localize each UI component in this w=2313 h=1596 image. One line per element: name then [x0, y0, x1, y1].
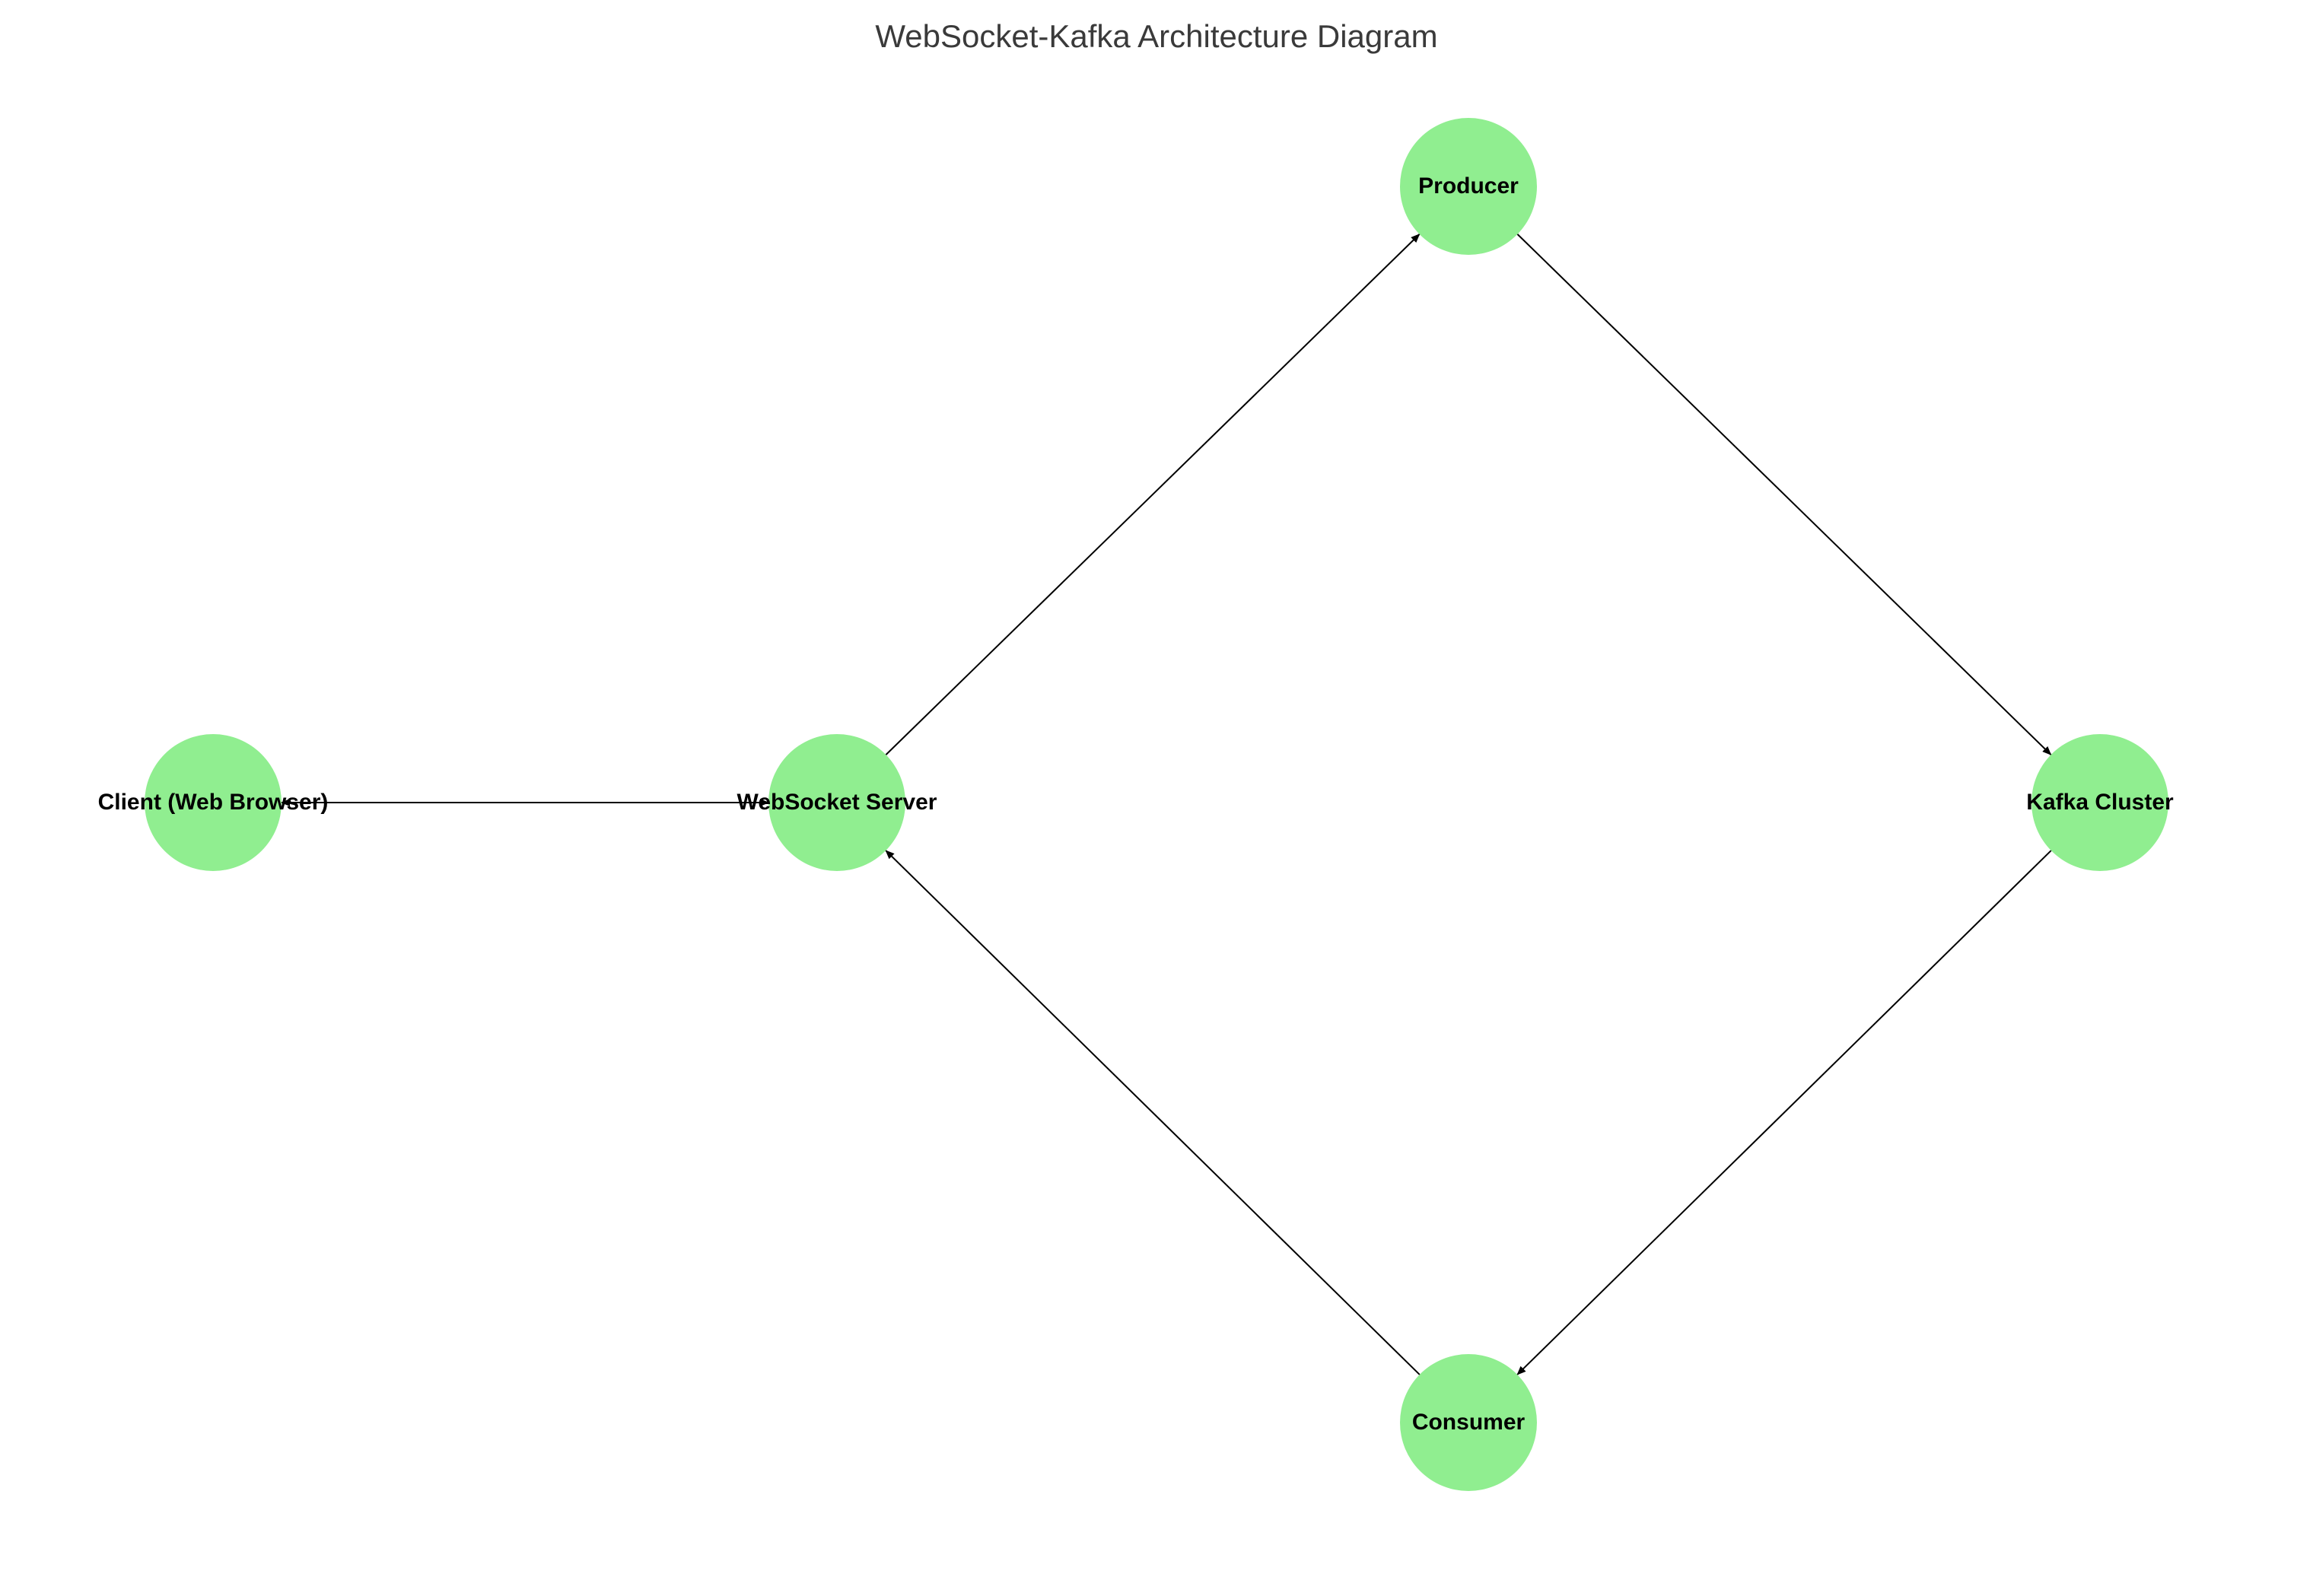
node-consumer-label: Consumer: [1412, 1410, 1525, 1435]
node-wsserver-label: WebSocket Server: [737, 790, 937, 815]
edge-kafka-consumer: [1517, 850, 2051, 1375]
edge-wsserver-producer: [886, 234, 1419, 755]
node-client-label: Client (Web Browser): [98, 790, 329, 815]
edge-consumer-wsserver: [886, 850, 1420, 1375]
edges-layer: [0, 0, 2313, 1596]
edge-producer-kafka: [1517, 234, 2051, 755]
architecture-diagram: Client (Web Browser) WebSocket Server Pr…: [0, 0, 2313, 1596]
node-producer-label: Producer: [1418, 173, 1519, 199]
node-kafka-label: Kafka Cluster: [2026, 790, 2173, 815]
